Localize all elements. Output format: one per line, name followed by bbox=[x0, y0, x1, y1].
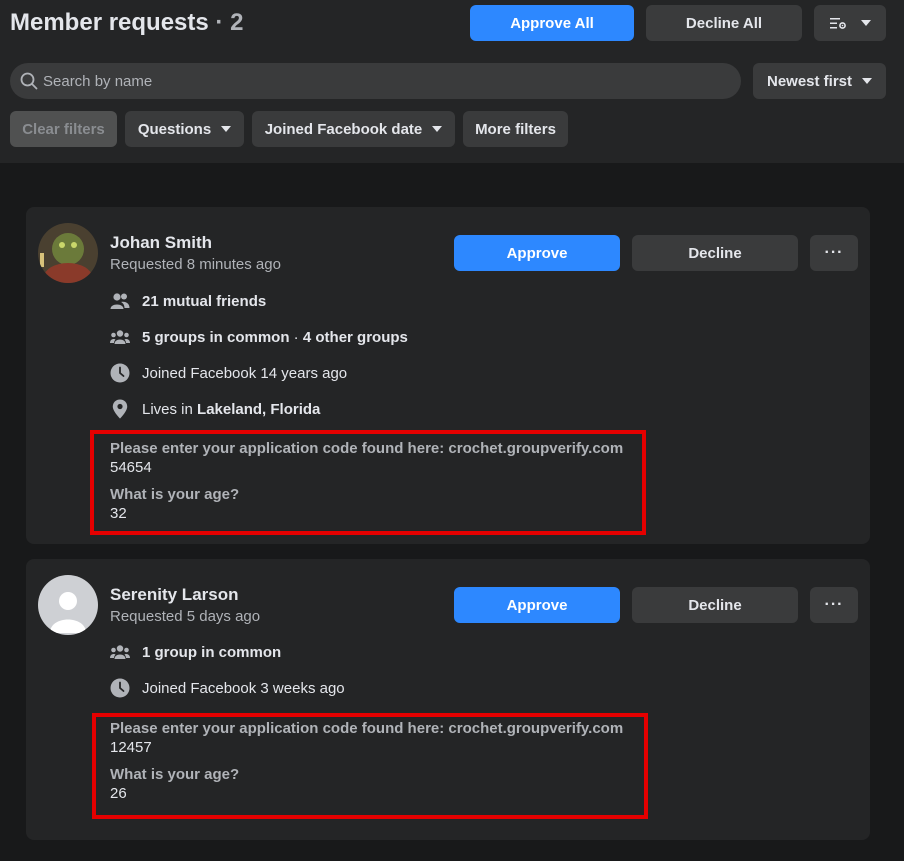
more-filters-button[interactable]: More filters bbox=[463, 111, 568, 147]
other-groups-text[interactable]: 4 other groups bbox=[303, 329, 408, 346]
chevron-down-icon bbox=[221, 126, 232, 132]
chevron-down-icon bbox=[861, 20, 871, 26]
joined-row: Joined Facebook 3 weeks ago bbox=[110, 678, 345, 698]
questions-filter-dropdown[interactable]: Questions bbox=[125, 111, 244, 147]
header-panel: Member requests · 2 Approve All Decline … bbox=[0, 0, 904, 163]
requested-time: Requested 8 minutes ago bbox=[110, 256, 281, 273]
approve-button[interactable]: Approve bbox=[454, 235, 620, 271]
page-title: Member requests · 2 bbox=[10, 9, 243, 37]
avatar[interactable] bbox=[38, 575, 98, 635]
joined-text: Joined Facebook 3 weeks ago bbox=[142, 679, 345, 697]
search-icon bbox=[20, 72, 38, 90]
sort-label: Newest first bbox=[766, 72, 853, 90]
groups-icon bbox=[110, 642, 130, 662]
clock-icon bbox=[110, 678, 130, 698]
request-count: 2 bbox=[230, 9, 244, 36]
location-row: Lives in Lakeland, Florida bbox=[110, 399, 320, 419]
member-request-card: Serenity Larson Requested 5 days ago App… bbox=[26, 559, 870, 840]
location-pin-icon bbox=[110, 399, 130, 419]
default-avatar-icon bbox=[38, 575, 98, 635]
approve-button[interactable]: Approve bbox=[454, 587, 620, 623]
member-name[interactable]: Johan Smith bbox=[110, 233, 212, 253]
settings-dropdown-button[interactable] bbox=[814, 5, 886, 41]
more-options-button[interactable]: ··· bbox=[810, 587, 858, 623]
sort-dropdown[interactable]: Newest first bbox=[753, 63, 886, 99]
filter-settings-icon bbox=[829, 15, 847, 31]
groups-in-common-text[interactable]: 1 group in common bbox=[142, 644, 281, 661]
search-bar[interactable] bbox=[10, 63, 741, 99]
question-text: What is your age? bbox=[110, 766, 240, 783]
answer-text: 32 bbox=[110, 505, 127, 522]
member-name[interactable]: Serenity Larson bbox=[110, 585, 239, 605]
chevron-down-icon bbox=[862, 78, 873, 84]
approve-all-button[interactable]: Approve All bbox=[470, 5, 634, 41]
friends-icon bbox=[110, 291, 130, 311]
clock-icon bbox=[110, 363, 130, 383]
lives-in-prefix: Lives in bbox=[142, 400, 198, 418]
more-options-button[interactable]: ··· bbox=[810, 235, 858, 271]
answer-text: 26 bbox=[110, 785, 127, 802]
answer-text: 54654 bbox=[110, 459, 152, 476]
question-text: Please enter your application code found… bbox=[110, 440, 624, 457]
decline-all-button[interactable]: Decline All bbox=[646, 5, 802, 41]
search-input[interactable] bbox=[43, 72, 741, 90]
member-request-card: Johan Smith Requested 8 minutes ago Appr… bbox=[26, 207, 870, 544]
clear-filters-button[interactable]: Clear filters bbox=[10, 111, 117, 147]
joined-date-filter-label: Joined Facebook date bbox=[264, 120, 423, 138]
groups-in-common-text[interactable]: 5 groups in common bbox=[142, 329, 290, 346]
joined-row: Joined Facebook 14 years ago bbox=[110, 363, 347, 383]
groups-separator: · bbox=[289, 328, 303, 346]
location-text[interactable]: Lakeland, Florida bbox=[197, 401, 320, 418]
title-separator: · bbox=[215, 9, 224, 36]
mutual-friends-row: 21 mutual friends bbox=[110, 291, 266, 311]
decline-button[interactable]: Decline bbox=[632, 587, 798, 623]
question-text: What is your age? bbox=[110, 486, 240, 503]
avatar[interactable] bbox=[38, 223, 98, 283]
groups-row: 5 groups in common · 4 other groups bbox=[110, 327, 408, 347]
page-title-text: Member requests bbox=[10, 9, 209, 36]
question-text: Please enter your application code found… bbox=[110, 720, 624, 737]
joined-text: Joined Facebook 14 years ago bbox=[142, 364, 348, 382]
joined-date-filter-dropdown[interactable]: Joined Facebook date bbox=[252, 111, 455, 147]
decline-button[interactable]: Decline bbox=[632, 235, 798, 271]
groups-icon bbox=[110, 327, 130, 347]
requested-time: Requested 5 days ago bbox=[110, 608, 261, 625]
mutual-friends-text[interactable]: 21 mutual friends bbox=[142, 293, 266, 310]
questions-filter-label: Questions bbox=[137, 120, 212, 138]
answer-text: 12457 bbox=[110, 739, 152, 756]
chevron-down-icon bbox=[432, 126, 443, 132]
groups-row: 1 group in common bbox=[110, 642, 281, 662]
